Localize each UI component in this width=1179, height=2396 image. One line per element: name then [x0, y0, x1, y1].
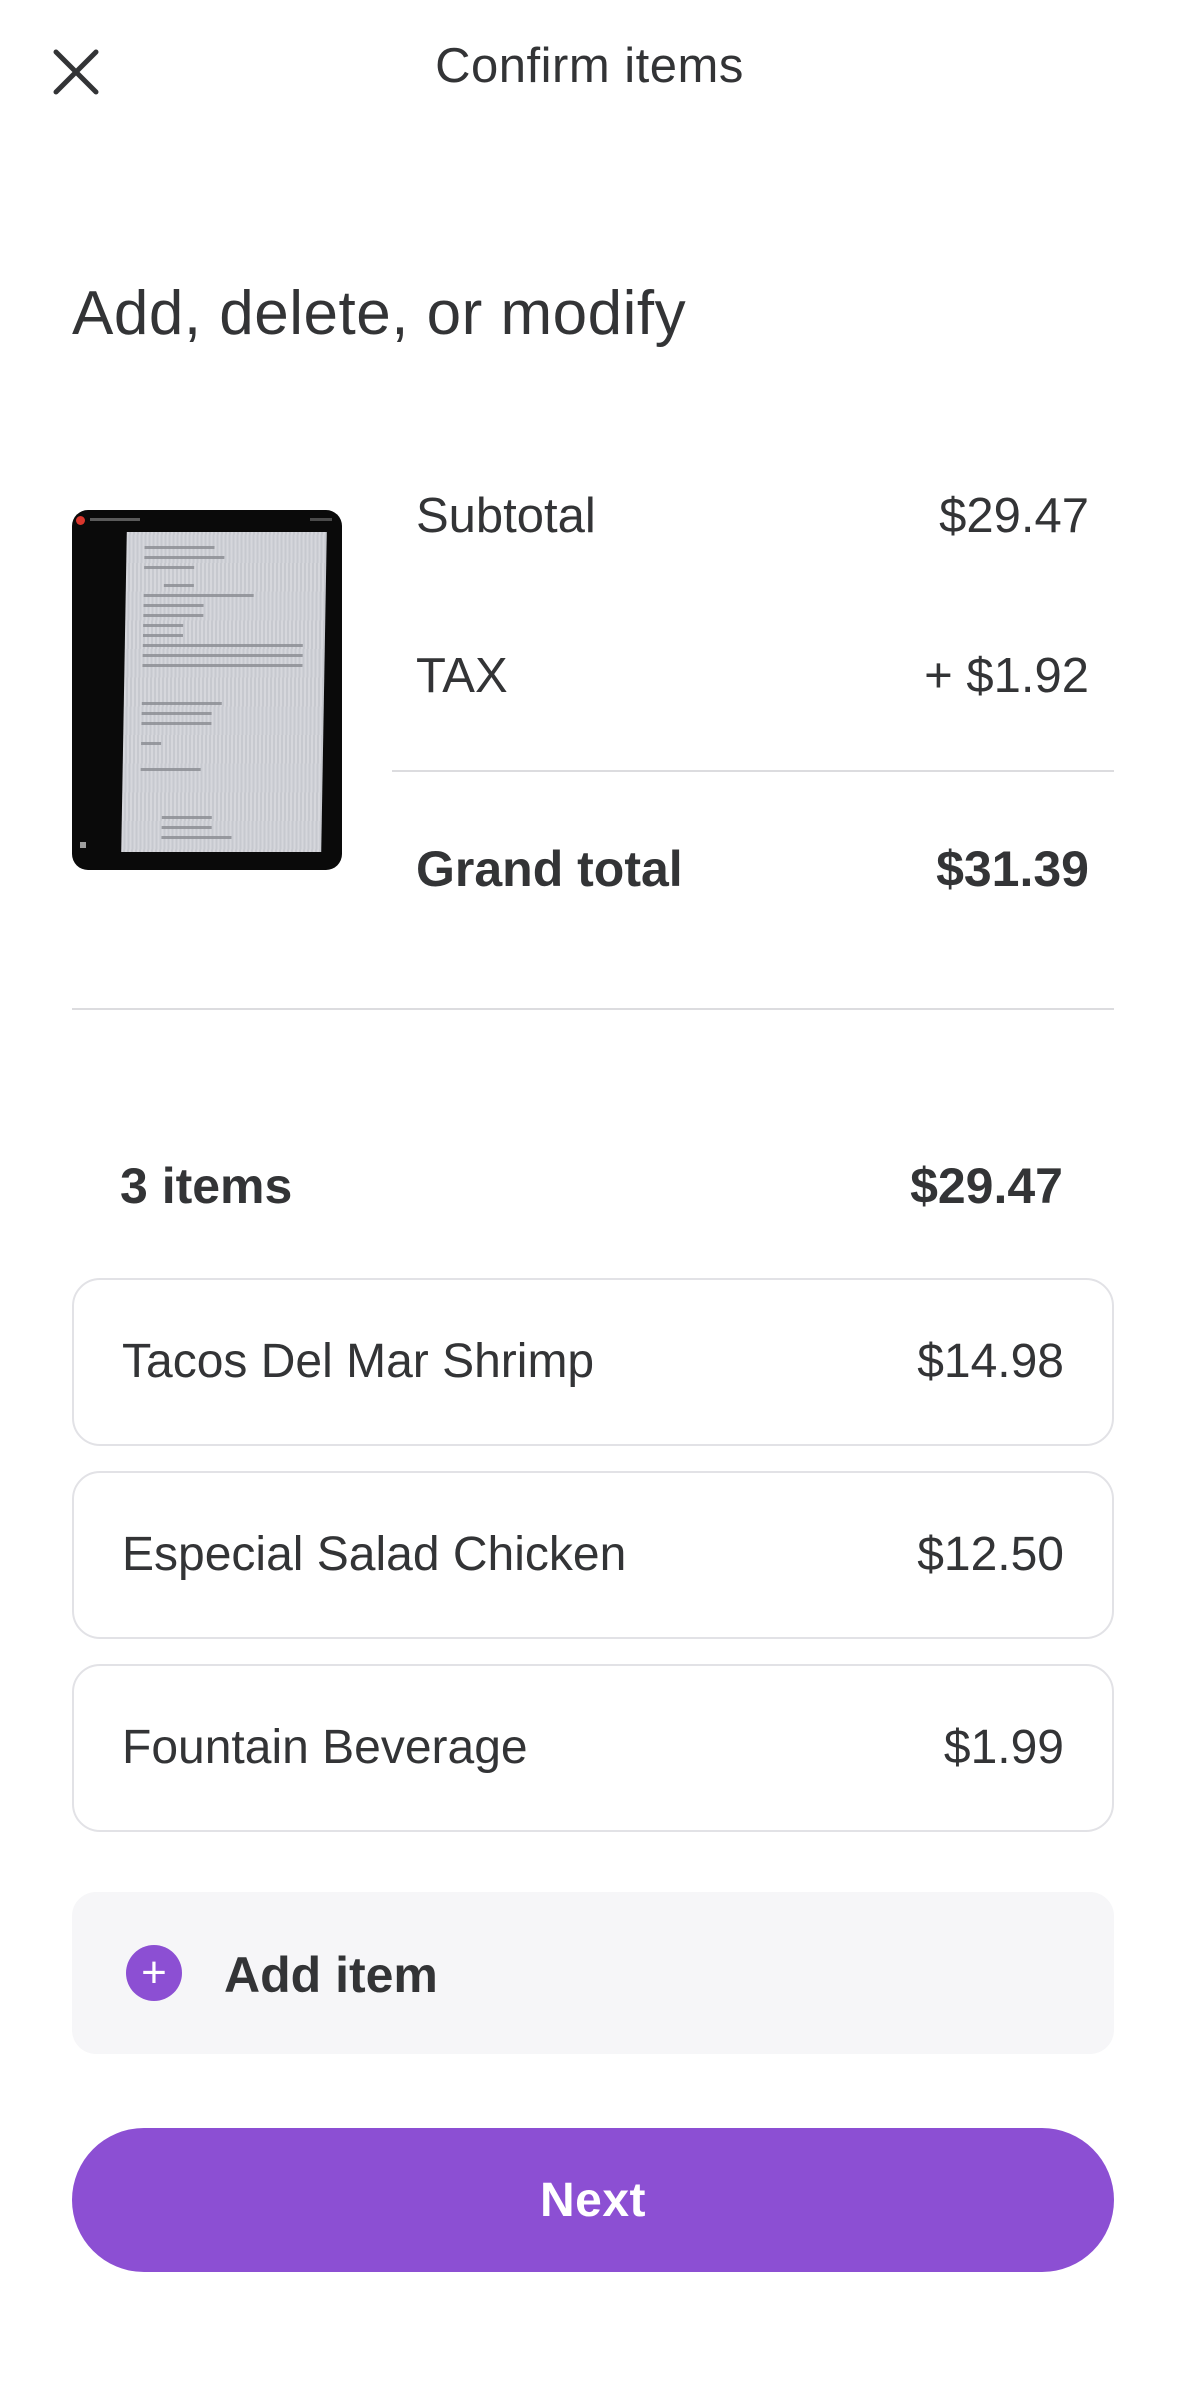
divider	[392, 770, 1114, 772]
items-total: $29.47	[910, 1158, 1063, 1214]
item-name: Especial Salad Chicken	[122, 1528, 627, 1581]
grand-total-value: $31.39	[936, 841, 1089, 897]
section-title: Add, delete, or modify	[72, 279, 687, 348]
list-item[interactable]: Tacos Del Mar Shrimp $14.98	[72, 1278, 1114, 1446]
receipt-thumbnail[interactable]	[72, 510, 342, 870]
item-price: $14.98	[917, 1335, 1064, 1388]
add-item-button[interactable]: + Add item	[72, 1892, 1114, 2054]
plus-icon: +	[126, 1945, 182, 2001]
next-button[interactable]: Next	[72, 2128, 1114, 2272]
tax-value: + $1.92	[924, 649, 1089, 703]
list-item[interactable]: Especial Salad Chicken $12.50	[72, 1471, 1114, 1639]
items-count: 3 items	[120, 1158, 293, 1214]
item-name: Fountain Beverage	[122, 1721, 528, 1774]
list-item[interactable]: Fountain Beverage $1.99	[72, 1664, 1114, 1832]
subtotal-label: Subtotal	[416, 489, 596, 543]
subtotal-value: $29.47	[939, 489, 1089, 543]
item-name: Tacos Del Mar Shrimp	[122, 1335, 595, 1388]
page-title: Confirm items	[435, 39, 744, 93]
grand-total-label: Grand total	[416, 841, 683, 897]
tax-label: TAX	[416, 649, 508, 703]
add-item-label: Add item	[224, 1947, 438, 2003]
item-price: $1.99	[943, 1721, 1064, 1774]
divider	[72, 1008, 1114, 1010]
item-price: $12.50	[917, 1528, 1064, 1581]
